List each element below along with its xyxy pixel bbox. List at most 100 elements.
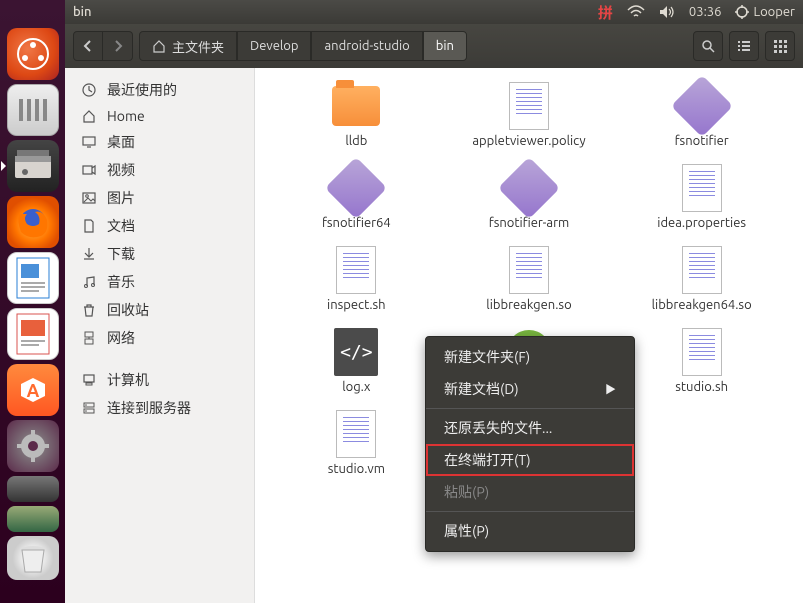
file-thumb: </>: [332, 328, 380, 376]
sidebar-item[interactable]: 图片: [65, 184, 254, 212]
network-icon: [81, 330, 97, 346]
file-thumb: [332, 410, 380, 458]
back-button[interactable]: [73, 31, 103, 61]
sidebar-item-label: 下载: [107, 244, 135, 264]
session-indicator[interactable]: Looper: [735, 5, 795, 19]
file-thumb: [332, 246, 380, 294]
sidebar-item-label: 音乐: [107, 272, 135, 292]
sidebar: 最近使用的 Home 桌面视频图片文档下载音乐回收站网络计算机连接到服务器: [65, 68, 255, 603]
path-seg-home[interactable]: 主文件夹: [139, 31, 237, 61]
file-name: log.x: [342, 380, 370, 394]
context-menu-item[interactable]: 属性(P): [426, 515, 634, 547]
sidebar-item[interactable]: 最近使用的: [65, 76, 254, 104]
sidebar-item-label: 回收站: [107, 300, 149, 320]
impress-icon[interactable]: [7, 308, 59, 360]
file-name: libbreakgen64.so: [652, 298, 752, 312]
svg-text:A: A: [26, 381, 39, 401]
sidebar-item[interactable]: 连接到服务器: [65, 394, 254, 422]
context-menu-label: 粘贴(P): [444, 482, 489, 502]
sidebar-item-label: Home: [107, 108, 145, 124]
sidebar-item-label: 视频: [107, 160, 135, 180]
file-thumb: [678, 164, 726, 212]
window-title: bin: [73, 5, 92, 19]
ime-indicator[interactable]: 拼: [598, 2, 613, 23]
trash-icon[interactable]: [7, 536, 59, 580]
grid-view-button[interactable]: [765, 31, 795, 61]
toolbar: 主文件夹 Develop android-studio bin: [65, 24, 803, 68]
file-item[interactable]: </> log.x: [275, 328, 438, 394]
file-name: idea.properties: [657, 216, 746, 230]
dash-icon[interactable]: [7, 28, 59, 80]
file-item[interactable]: studio.vm: [275, 410, 438, 476]
sidebar-item[interactable]: 计算机: [65, 366, 254, 394]
file-item[interactable]: libbreakgen.so: [448, 246, 611, 312]
sidebar-item[interactable]: 回收站: [65, 296, 254, 324]
context-menu-item[interactable]: 新建文件夹(F): [426, 341, 634, 373]
desktop-icon: [81, 134, 97, 150]
context-menu-item[interactable]: 还原丢失的文件...: [426, 412, 634, 444]
sidebar-item[interactable]: 网络: [65, 324, 254, 352]
file-thumb: [505, 164, 553, 212]
file-thumb: [678, 246, 726, 294]
path-seg-1[interactable]: Develop: [237, 31, 311, 61]
path-seg-3[interactable]: bin: [423, 31, 467, 61]
sidebar-item[interactable]: 桌面: [65, 128, 254, 156]
clock-indicator[interactable]: 03:36: [689, 5, 722, 19]
sidebar-item-label: 连接到服务器: [107, 398, 191, 418]
file-item[interactable]: inspect.sh: [275, 246, 438, 312]
sidebar-item[interactable]: 文档: [65, 212, 254, 240]
context-menu-item[interactable]: 新建文档(D) ▶: [426, 373, 634, 405]
file-name: studio.vm: [328, 462, 385, 476]
path-seg-2[interactable]: android-studio: [311, 31, 422, 61]
launcher-app-1[interactable]: [7, 84, 59, 136]
launcher-drive-2[interactable]: [7, 506, 59, 532]
firefox-icon[interactable]: [7, 196, 59, 248]
context-menu-label: 新建文档(D): [444, 379, 519, 399]
context-menu-label: 在终端打开(T): [444, 450, 531, 470]
launcher-drive-1[interactable]: [7, 476, 59, 502]
sidebar-item[interactable]: 下载: [65, 240, 254, 268]
sidebar-item[interactable]: Home: [65, 104, 254, 128]
server-icon: [81, 400, 97, 416]
music-icon: [81, 274, 97, 290]
file-item[interactable]: fsnotifier: [620, 82, 783, 148]
picture-icon: [81, 190, 97, 206]
writer-icon[interactable]: [7, 252, 59, 304]
file-item[interactable]: studio.sh: [620, 328, 783, 394]
file-thumb: [678, 328, 726, 376]
file-name: libbreakgen.so: [486, 298, 571, 312]
sidebar-item[interactable]: 音乐: [65, 268, 254, 296]
settings-icon[interactable]: [7, 420, 59, 472]
top-menubar: bin 拼 03:36 Looper: [65, 0, 803, 24]
sidebar-item-label: 桌面: [107, 132, 135, 152]
search-button[interactable]: [693, 31, 723, 61]
files-icon[interactable]: [7, 140, 59, 192]
sidebar-item[interactable]: 视频: [65, 156, 254, 184]
file-item[interactable]: appletviewer.policy: [448, 82, 611, 148]
home-icon: [152, 39, 166, 53]
context-menu: 新建文件夹(F) 新建文档(D) ▶ 还原丢失的文件... 在终端打开(T) 粘贴(P) 属…: [425, 336, 635, 552]
file-name: fsnotifier: [675, 134, 729, 148]
file-item[interactable]: fsnotifier-arm: [448, 164, 611, 230]
file-item[interactable]: idea.properties: [620, 164, 783, 230]
file-name: fsnotifier64: [322, 216, 391, 230]
file-name: lldb: [345, 134, 367, 148]
trash-icon: [81, 302, 97, 318]
file-item[interactable]: libbreakgen64.so: [620, 246, 783, 312]
file-item[interactable]: fsnotifier64: [275, 164, 438, 230]
path-bar: 主文件夹 Develop android-studio bin: [139, 31, 467, 61]
sidebar-item-label: 网络: [107, 328, 135, 348]
context-menu-item: 粘贴(P): [426, 476, 634, 508]
file-name: fsnotifier-arm: [489, 216, 569, 230]
context-menu-item[interactable]: 在终端打开(T): [426, 444, 634, 476]
submenu-arrow-icon: ▶: [605, 381, 616, 397]
user-label: Looper: [753, 5, 795, 19]
software-icon[interactable]: A: [7, 364, 59, 416]
file-item[interactable]: lldb: [275, 82, 438, 148]
forward-button[interactable]: [103, 31, 133, 61]
network-indicator[interactable]: [627, 5, 645, 19]
clock-icon: [81, 82, 97, 98]
context-menu-label: 还原丢失的文件...: [444, 418, 552, 438]
list-view-button[interactable]: [729, 31, 759, 61]
sound-indicator[interactable]: [659, 5, 675, 19]
